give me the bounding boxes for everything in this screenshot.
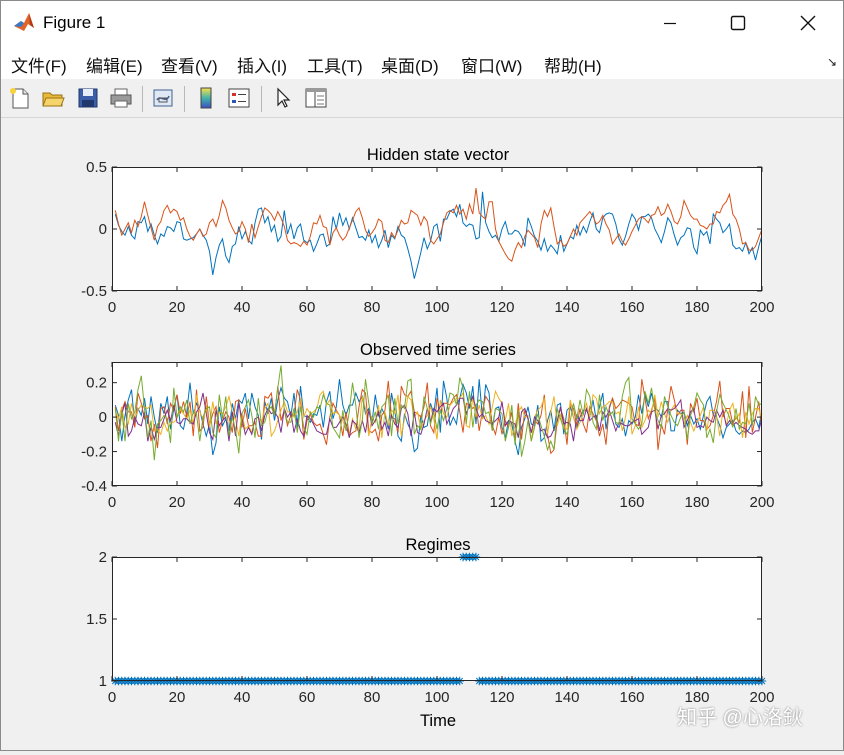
x-tick-label: 20 [169, 689, 186, 706]
y-tick-label: 0 [99, 409, 107, 426]
y-tick-label: 1.5 [86, 611, 107, 628]
x-tick-label: 200 [749, 299, 774, 316]
link-plot-icon [153, 89, 173, 107]
toolbar-separator [184, 86, 185, 112]
figure-window: Figure 1 文件(F) 编辑(E) 查看(V) 插入(I) 工具(T) 桌… [0, 0, 844, 751]
x-tick-label: 60 [299, 494, 316, 511]
x-tick-label: 100 [424, 689, 449, 706]
y-tick-label: 0.2 [86, 375, 107, 392]
minimize-button[interactable] [647, 1, 693, 45]
maximize-button[interactable] [715, 1, 761, 45]
title-bar: Figure 1 [1, 1, 843, 45]
close-icon [800, 15, 816, 31]
maximize-icon [730, 15, 746, 31]
toolbar-separator [261, 86, 262, 112]
plot-area [112, 557, 762, 681]
menu-edit[interactable]: 编辑(E) [86, 52, 143, 77]
menu-window[interactable]: 窗口(W) [461, 52, 522, 77]
window-title: Figure 1 [43, 13, 106, 32]
x-axis-label: Time [420, 712, 456, 730]
y-tick-label: -0.5 [81, 283, 107, 300]
figure-canvas: 0 20 40 60 80 100 120 140 160 180 200 -0.5 0 0.5 Hidde… [1, 118, 843, 750]
x-tick-label: 100 [424, 299, 449, 316]
print-icon [110, 88, 132, 108]
axes-2: 0 20 40 60 80 100 120 140 160 180 200 -0.4 -0.2 0 0.2 O… [81, 341, 774, 511]
x-tick-label: 180 [684, 299, 709, 316]
y-tick-label: 0 [99, 221, 107, 238]
x-tick-label: 140 [554, 689, 579, 706]
new-figure-icon [10, 88, 29, 109]
x-tick-label: 60 [299, 689, 316, 706]
x-tick-label: 120 [489, 689, 514, 706]
x-tick-label: 140 [554, 494, 579, 511]
menu-view[interactable]: 查看(V) [161, 52, 218, 77]
menu-tools[interactable]: 工具(T) [307, 52, 363, 77]
menu-insert[interactable]: 插入(I) [237, 52, 287, 77]
axes-3: 0 20 40 60 80 100 120 140 160 180 20011.52RegimesT… [86, 536, 774, 730]
dock-arrow-icon[interactable]: ↘ [827, 55, 837, 69]
open-file-icon [42, 92, 65, 107]
x-tick-label: 0 [108, 299, 116, 316]
link-plot-button[interactable] [149, 84, 177, 112]
watermark: 知乎 @心洛鈥 [677, 707, 803, 729]
y-tick-label: -0.2 [81, 444, 107, 461]
insert-legend-button[interactable] [225, 84, 253, 112]
chart-title: Hidden state vector [367, 146, 510, 164]
print-button[interactable] [107, 84, 135, 112]
x-tick-label: 0 [108, 689, 116, 706]
x-tick-label: 160 [619, 494, 644, 511]
x-tick-label: 80 [364, 689, 381, 706]
y-tick-label: -0.4 [81, 478, 107, 495]
x-tick-label: 120 [489, 299, 514, 316]
menu-bar: 文件(F) 编辑(E) 查看(V) 插入(I) 工具(T) 桌面(D) 窗口(W… [1, 45, 843, 79]
edit-plot-button[interactable] [269, 84, 297, 112]
toolbar [1, 80, 843, 118]
x-tick-label: 40 [234, 494, 251, 511]
x-tick-label: 200 [749, 494, 774, 511]
x-tick-label: 40 [234, 689, 251, 706]
chart-title: Regimes [405, 536, 470, 554]
chart-title: Observed time series [360, 341, 516, 359]
insert-colorbar-button[interactable] [192, 84, 220, 112]
menu-file[interactable]: 文件(F) [11, 52, 67, 77]
x-tick-label: 160 [619, 689, 644, 706]
insert-legend-icon [228, 88, 250, 108]
x-tick-label: 120 [489, 494, 514, 511]
y-tick-label: 0.5 [86, 159, 107, 176]
figure-plots: 0 20 40 60 80 100 120 140 160 180 200-0.500.5Hidde… [81, 146, 774, 730]
toolbar-separator [142, 86, 143, 112]
close-button[interactable] [785, 1, 831, 45]
x-tick-label: 100 [424, 494, 449, 511]
x-tick-label: 20 [169, 299, 186, 316]
y-tick-label: 1 [99, 673, 107, 690]
x-tick-label: 0 [108, 494, 116, 511]
menu-help[interactable]: 帮助(H) [544, 52, 602, 77]
new-figure-button[interactable] [6, 84, 34, 112]
x-tick-label: 140 [554, 299, 579, 316]
edit-plot-arrow-icon [277, 87, 291, 108]
property-inspector-button[interactable] [302, 84, 330, 112]
save-icon [78, 88, 98, 108]
insert-colorbar-icon [200, 87, 212, 109]
y-tick-label: 2 [99, 549, 107, 566]
x-tick-label: 80 [364, 494, 381, 511]
axes-1: 0 20 40 60 80 100 120 140 160 180 200-0.500.5Hidde… [81, 146, 774, 316]
menu-desktop[interactable]: 桌面(D) [381, 52, 439, 77]
open-file-button[interactable] [39, 84, 67, 112]
x-tick-label: 60 [299, 299, 316, 316]
x-tick-label: 40 [234, 299, 251, 316]
matlab-logo-icon [13, 11, 35, 33]
minimize-icon [664, 22, 676, 25]
x-tick-label: 180 [684, 494, 709, 511]
save-button[interactable] [74, 84, 102, 112]
property-inspector-icon [305, 88, 327, 108]
plot-area [112, 167, 762, 291]
x-tick-label: 20 [169, 494, 186, 511]
x-tick-label: 80 [364, 299, 381, 316]
x-tick-label: 160 [619, 299, 644, 316]
